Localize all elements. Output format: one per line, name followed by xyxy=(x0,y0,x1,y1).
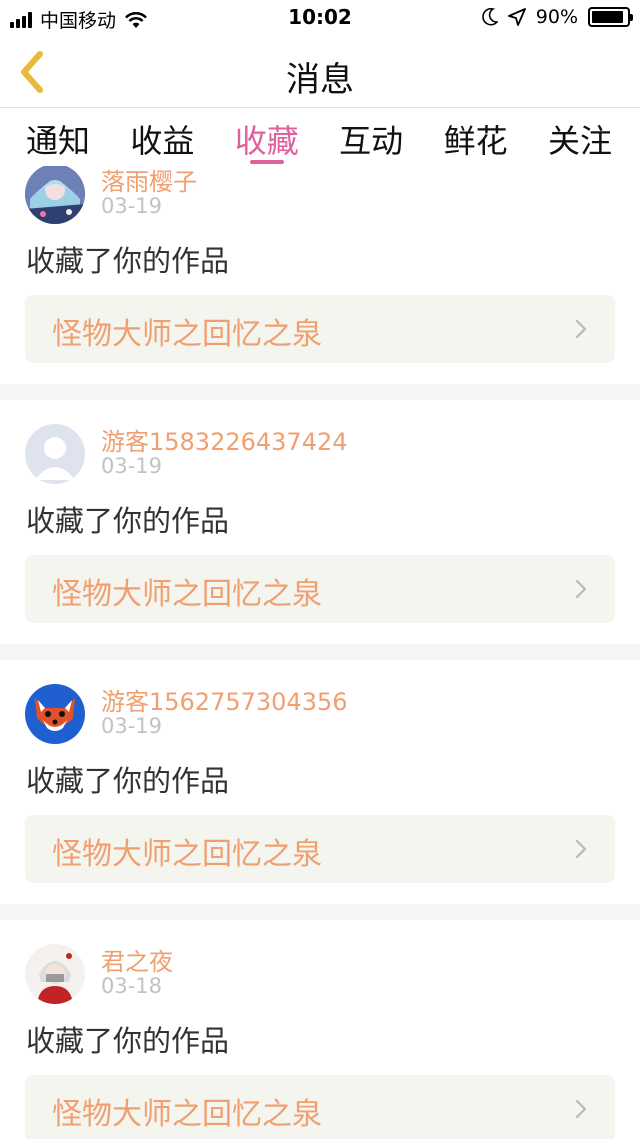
action-text: 收藏了你的作品 xyxy=(26,504,230,538)
battery-icon xyxy=(588,7,633,27)
status-bar-right: 90% xyxy=(482,6,633,28)
tab-4[interactable]: 鲜花 xyxy=(444,108,508,166)
tab-5[interactable]: 关注 xyxy=(548,108,612,166)
action-text: 收藏了你的作品 xyxy=(26,764,230,798)
location-arrow-icon xyxy=(507,8,526,26)
work-title: 怪物大师之回忆之泉 xyxy=(52,577,322,612)
work-link-button[interactable]: 怪物大师之回忆之泉 xyxy=(25,295,615,363)
username[interactable]: 君之夜 xyxy=(101,942,173,977)
notification-card: 游客1562757304356 03-19 收藏了你的作品怪物大师之回忆之泉 xyxy=(0,660,640,920)
notification-list: 落雨樱子 03-19 收藏了你的作品 怪物大师之回忆之泉 游客1583226437424… xyxy=(0,166,640,1139)
notification-card: 君之夜 03-18 收藏了你的作品怪物大师之回忆之泉 xyxy=(0,920,640,1139)
username[interactable]: 落雨樱子 xyxy=(101,166,197,197)
chevron-right-icon xyxy=(575,839,587,859)
battery-percent: 90% xyxy=(535,6,578,28)
work-link-button[interactable]: 怪物大师之回忆之泉 xyxy=(25,815,615,883)
chevron-right-icon xyxy=(575,579,587,599)
username[interactable]: 游客1562757304356 xyxy=(101,682,348,717)
status-bar: 中国移动 10:02 90% xyxy=(0,0,640,36)
moon-icon xyxy=(482,8,498,26)
timestamp: 03-19 xyxy=(101,714,163,738)
battery-fill xyxy=(592,11,623,23)
tab-bar: 通知 收益 收藏 互动 鲜花 关注 xyxy=(0,108,640,166)
notification-feed[interactable]: 落雨樱子 03-19 收藏了你的作品 怪物大师之回忆之泉 游客1583226437424… xyxy=(0,166,640,1139)
tab-3[interactable]: 互动 xyxy=(339,108,403,166)
work-title: 怪物大师之回忆之泉 xyxy=(52,317,322,352)
notification-card: 游客1583226437424 03-19 收藏了你的作品怪物大师之回忆之泉 xyxy=(0,400,640,660)
avatar[interactable] xyxy=(25,684,85,744)
chevron-right-icon xyxy=(575,1099,587,1119)
work-link-button[interactable]: 怪物大师之回忆之泉 xyxy=(25,555,615,623)
tab-2[interactable]: 收藏 xyxy=(235,108,299,166)
avatar[interactable] xyxy=(25,166,85,224)
timestamp: 03-19 xyxy=(101,194,163,218)
timestamp: 03-19 xyxy=(101,454,163,478)
tab-1[interactable]: 收益 xyxy=(130,108,194,166)
avatar[interactable] xyxy=(25,944,85,1004)
action-text: 收藏了你的作品 xyxy=(26,244,230,278)
avatar[interactable] xyxy=(25,424,85,484)
work-link-button[interactable]: 怪物大师之回忆之泉 xyxy=(25,1075,615,1139)
tab-0[interactable]: 通知 xyxy=(26,108,90,166)
timestamp: 03-18 xyxy=(101,974,163,998)
nav-bar: 消息 xyxy=(0,36,640,108)
action-text: 收藏了你的作品 xyxy=(26,1024,230,1058)
notification-card: 落雨樱子 03-19 收藏了你的作品怪物大师之回忆之泉 xyxy=(0,166,640,400)
work-title: 怪物大师之回忆之泉 xyxy=(52,837,322,872)
work-title: 怪物大师之回忆之泉 xyxy=(52,1097,322,1132)
username[interactable]: 游客1583226437424 xyxy=(101,422,348,457)
chevron-right-icon xyxy=(575,319,587,339)
page-title: 消息 xyxy=(286,60,354,100)
